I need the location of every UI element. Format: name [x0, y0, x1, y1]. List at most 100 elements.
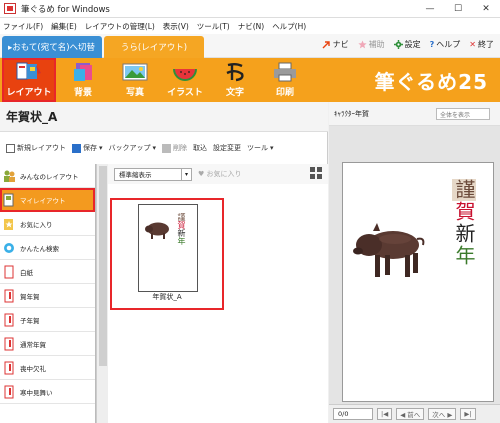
zoom-select[interactable]: 全体を表示	[436, 108, 490, 120]
mode-photo-label: 写真	[125, 88, 144, 98]
menu-edit[interactable]: 編集(E)	[51, 21, 77, 32]
sidebar-item-blank[interactable]: 白紙	[0, 260, 95, 284]
card-icon	[4, 385, 14, 399]
mode-illust-button[interactable]: イラスト	[160, 60, 210, 100]
menu-view[interactable]: 表示(V)	[163, 21, 189, 32]
greeting-char-3: 新	[452, 223, 476, 245]
mode-layout-button[interactable]: レイアウト	[2, 58, 56, 102]
watermelon-icon	[173, 69, 197, 81]
layout-category-list: みんなのレイアウト マイレイアウト お気に入り かんたん検索 白紙 賀年賀 子年…	[0, 164, 96, 423]
scrollbar-thumb[interactable]	[99, 166, 107, 366]
mode-print-button[interactable]: 印刷	[260, 60, 310, 100]
sidebar-item-mourning[interactable]: 喪中欠礼	[0, 356, 95, 380]
change-settings-label: 設定変更	[213, 144, 242, 152]
favorite-filter[interactable]: ♥ お気に入り	[198, 169, 242, 179]
tab-back-layout[interactable]: うら(レイアウト)	[104, 36, 204, 58]
search-icon	[4, 243, 14, 253]
settings-button[interactable]: 設定	[393, 39, 421, 50]
delete-button[interactable]: 削除	[162, 143, 187, 153]
sidebar-item-normal-new-year[interactable]: 通常年賀	[0, 332, 95, 356]
maximize-button[interactable]: ☐	[444, 0, 472, 18]
floppy-icon	[72, 143, 81, 153]
tools-button[interactable]: ツール ▾	[247, 143, 274, 153]
gear-icon	[393, 40, 403, 49]
my-layout-icon	[3, 193, 14, 207]
star-icon	[358, 40, 367, 49]
grid-view-icon[interactable]	[310, 167, 322, 179]
exit-button[interactable]: ✕ 終了	[469, 39, 494, 50]
app-icon	[4, 3, 16, 14]
assist-label: 補助	[368, 40, 385, 49]
mode-text-button[interactable]: 文字	[210, 60, 260, 100]
sidebar-item-favorites[interactable]: お気に入り	[0, 212, 95, 236]
layout-card-item[interactable]: 謹賀新年 年賀状_A	[110, 198, 224, 310]
import-button[interactable]: 取込	[193, 143, 207, 153]
window-title: 筆ぐるめ for Windows	[21, 4, 110, 15]
mode-illust-label: イラスト	[167, 88, 203, 98]
menu-help[interactable]: ヘルプ(H)	[272, 21, 306, 32]
title-bar: 筆ぐるめ for Windows — ☐ ✕	[0, 0, 500, 18]
page-counter: 0/0	[333, 408, 373, 420]
layout-pane: 年賀状_A 新規レイアウト 保存 ▾ バックアップ ▾ 削除 取込 設定変更 ツ…	[0, 102, 328, 423]
sidebar-item-everyone-layout[interactable]: みんなのレイアウト	[0, 164, 95, 188]
sidebar-scrollbar[interactable]	[96, 164, 108, 423]
mode-background-label: 背景	[73, 88, 92, 98]
sidebar-item-easy-search[interactable]: かんたん検索	[0, 236, 95, 260]
view-mode-select[interactable]: 標準縮表示 ▾	[114, 167, 192, 181]
question-icon: ?	[429, 40, 435, 49]
card-icon	[4, 361, 14, 375]
last-page-button[interactable]: ▶|	[460, 408, 476, 420]
tab-front-address[interactable]: ▸おもて(宛て名)へ切替	[2, 36, 102, 58]
menu-tools[interactable]: ツール(T)	[197, 21, 230, 32]
view-mode-value: 標準縮表示	[119, 171, 152, 179]
menu-layout-manage[interactable]: レイアウトの管理(L)	[85, 21, 155, 32]
prev-page-button[interactable]: ◀ 前へ	[396, 408, 425, 420]
minimize-button[interactable]: —	[416, 0, 444, 18]
greeting-char-1: 謹	[452, 179, 476, 201]
first-page-button[interactable]: |◀	[377, 408, 393, 420]
card-icon	[4, 337, 14, 351]
greeting-char-2: 賀	[177, 221, 186, 229]
preview-title: ｷｬﾗｸﾀｰ年賀	[334, 109, 369, 118]
sidebar-item-label: 通常年賀	[20, 340, 46, 349]
gallery-toolbar: 標準縮表示 ▾ ♥ お気に入り	[108, 164, 328, 184]
sidebar-item-winter-greeting[interactable]: 寒中見舞い	[0, 380, 95, 404]
brush-char-icon	[226, 63, 244, 82]
delete-label: 削除	[173, 144, 188, 152]
chevron-down-icon: ▾	[152, 144, 157, 152]
sidebar-item-kanen-ga[interactable]: 賀年賀	[0, 284, 95, 308]
close-button[interactable]: ✕	[472, 0, 500, 18]
sidebar-item-my-layout[interactable]: マイレイアウト	[0, 188, 95, 212]
close-x-icon: ✕	[469, 40, 476, 49]
assist-button[interactable]: 補助	[358, 39, 385, 50]
page-navigation: 0/0 |◀ ◀ 前へ 次へ ▶ ▶|	[329, 404, 500, 423]
navi-button[interactable]: ナビ	[322, 39, 349, 50]
backup-button[interactable]: バックアップ ▾	[109, 143, 157, 153]
new-layout-button[interactable]: 新規レイアウト	[6, 143, 66, 153]
greeting-char-3: 新	[177, 229, 186, 237]
save-button[interactable]: 保存 ▾	[72, 143, 103, 153]
page-title: 年賀状_A	[0, 102, 328, 132]
sidebar-item-label: 喪中欠礼	[20, 364, 46, 373]
layout-toolbar: 新規レイアウト 保存 ▾ バックアップ ▾ 削除 取込 設定変更 ツール ▾	[0, 140, 328, 156]
sidebar-item-rat-year[interactable]: 子年賀	[0, 308, 95, 332]
greeting-char-4: 年	[177, 237, 186, 245]
preview-header: ｷｬﾗｸﾀｰ年賀 全体を表示	[329, 102, 500, 126]
favorite-icon	[4, 219, 13, 230]
menu-file[interactable]: ファイル(F)	[3, 21, 43, 32]
side-tab-row: ▸おもて(宛て名)へ切替 うら(レイアウト) ナビ 補助 設定 ? ヘルプ ✕ …	[0, 34, 500, 58]
help-button[interactable]: ? ヘルプ	[430, 39, 461, 50]
mode-print-label: 印刷	[275, 88, 294, 98]
top-actions: ナビ 補助 設定 ? ヘルプ ✕ 終了	[322, 39, 494, 50]
arrow-icon	[322, 41, 330, 49]
sidebar-item-label: 寒中見舞い	[20, 388, 53, 397]
mode-text-label: 文字	[225, 88, 244, 98]
mode-toolbar: レイアウト 背景 写真 イラスト 文字 印刷 筆ぐるめ25	[0, 58, 500, 102]
chevron-down-icon: ▾	[270, 144, 274, 152]
next-page-button[interactable]: 次へ ▶	[428, 408, 457, 420]
change-settings-button[interactable]: 設定変更	[213, 143, 241, 153]
mode-photo-button[interactable]: 写真	[110, 60, 160, 100]
mode-background-button[interactable]: 背景	[58, 60, 108, 100]
new-doc-icon	[6, 143, 15, 153]
menu-navi[interactable]: ナビ(N)	[238, 21, 264, 32]
